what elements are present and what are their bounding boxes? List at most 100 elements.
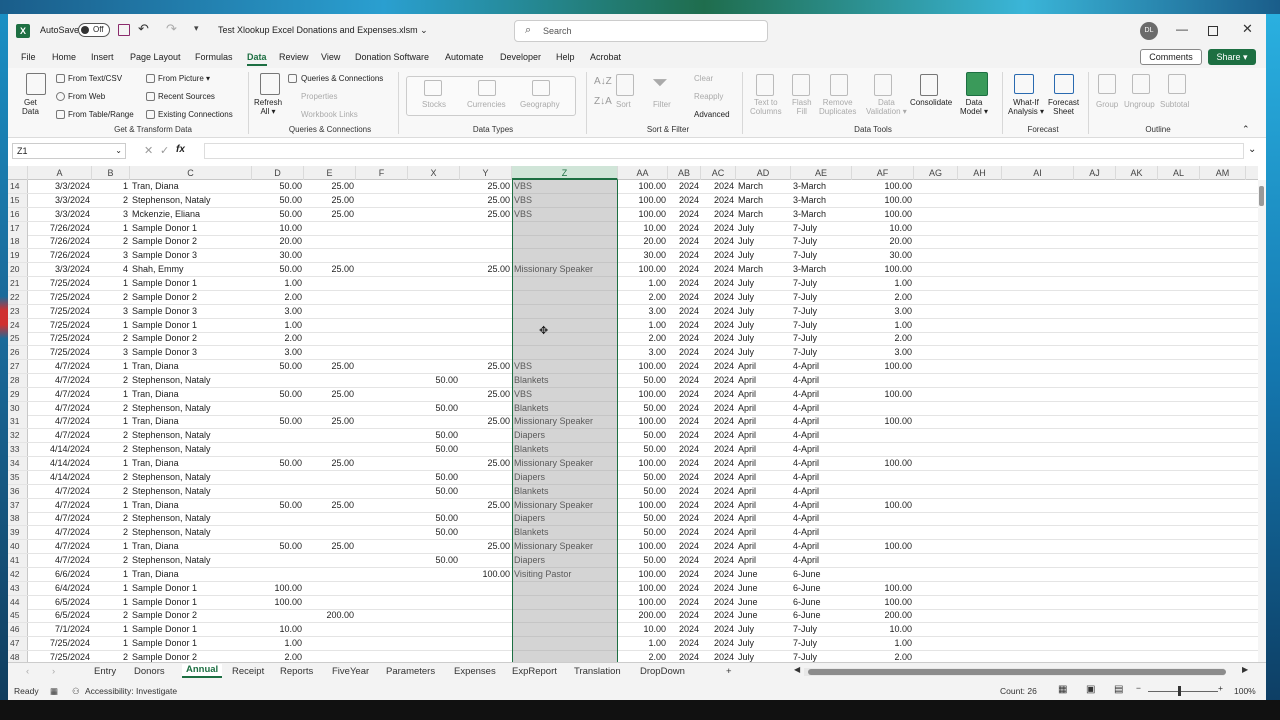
cell-y[interactable]: 100.00: [460, 568, 512, 581]
cell-d[interactable]: 50.00: [252, 457, 304, 470]
cell-a[interactable]: 3/3/2024: [28, 194, 92, 207]
row-header[interactable]: 48: [8, 650, 28, 662]
cell-ac[interactable]: 2024: [701, 263, 736, 276]
consolidate-button[interactable]: Consolidate: [910, 98, 952, 107]
cell-y[interactable]: [460, 319, 512, 332]
cell-d[interactable]: 10.00: [252, 222, 304, 235]
cell-d[interactable]: [252, 429, 304, 442]
cell-a[interactable]: 7/25/2024: [28, 332, 92, 345]
cell-ac[interactable]: 2024: [701, 471, 736, 484]
cell-e[interactable]: 25.00: [304, 415, 356, 428]
cell-ab[interactable]: 2024: [668, 457, 701, 470]
column-header-ak[interactable]: AK: [1116, 166, 1158, 180]
cell-ac[interactable]: 2024: [701, 651, 736, 662]
cell-x[interactable]: [408, 332, 460, 345]
cell-x[interactable]: [408, 540, 460, 553]
cell-d[interactable]: 3.00: [252, 346, 304, 359]
cell-y[interactable]: [460, 651, 512, 662]
cell-ad[interactable]: April: [736, 485, 791, 498]
cell-af[interactable]: [852, 429, 914, 442]
cell-af[interactable]: 2.00: [852, 291, 914, 304]
cell-a[interactable]: 7/26/2024: [28, 222, 92, 235]
cell-x[interactable]: [408, 637, 460, 650]
row-header[interactable]: 14: [8, 180, 28, 193]
cell-aa[interactable]: 100.00: [618, 208, 668, 221]
cell-af[interactable]: 30.00: [852, 249, 914, 262]
cell-b[interactable]: 2: [92, 291, 130, 304]
cell-e[interactable]: 25.00: [304, 180, 356, 193]
cell-aa[interactable]: 2.00: [618, 651, 668, 662]
cell-e[interactable]: [304, 582, 356, 595]
zoom-level[interactable]: 100%: [1234, 686, 1256, 696]
cell-ac[interactable]: 2024: [701, 208, 736, 221]
row-header[interactable]: 19: [8, 249, 28, 263]
cell-y[interactable]: [460, 609, 512, 622]
cell-aa[interactable]: 10.00: [618, 222, 668, 235]
cell-ae[interactable]: 6-June: [791, 609, 852, 622]
cell-y[interactable]: 25.00: [460, 499, 512, 512]
cell-x[interactable]: [408, 596, 460, 609]
menu-file[interactable]: File: [21, 52, 36, 62]
cell-aa[interactable]: 100.00: [618, 568, 668, 581]
cell-ac[interactable]: 2024: [701, 249, 736, 262]
cell-aa[interactable]: 50.00: [618, 402, 668, 415]
cell-ac[interactable]: 2024: [701, 429, 736, 442]
save-icon[interactable]: [118, 24, 130, 36]
cell-a[interactable]: 3/3/2024: [28, 180, 92, 193]
cell-e[interactable]: [304, 402, 356, 415]
reapply-button[interactable]: Reapply: [694, 92, 723, 101]
cell-d[interactable]: [252, 554, 304, 567]
cell-c[interactable]: Sample Donor 1: [130, 222, 252, 235]
cell-ae[interactable]: 4-April: [791, 443, 852, 456]
sort-descending-icon[interactable]: Z↓A: [594, 96, 612, 107]
cell-b[interactable]: 2: [92, 235, 130, 248]
cell-c[interactable]: Tran, Diana: [130, 415, 252, 428]
cell-e[interactable]: [304, 471, 356, 484]
column-header-af[interactable]: AF: [852, 166, 914, 180]
row-header[interactable]: 45: [8, 609, 28, 623]
insert-function-icon[interactable]: fx: [176, 144, 185, 155]
cell-ab[interactable]: 2024: [668, 277, 701, 290]
cell-y[interactable]: 25.00: [460, 540, 512, 553]
cell-b[interactable]: 3: [92, 208, 130, 221]
currencies-button[interactable]: Currencies: [467, 100, 506, 109]
subtotal-button[interactable]: Subtotal: [1160, 100, 1189, 109]
cell-a[interactable]: 7/25/2024: [28, 319, 92, 332]
cell-a[interactable]: 4/7/2024: [28, 374, 92, 387]
refresh-all-button[interactable]: Refresh All ▾: [254, 98, 282, 116]
cell-b[interactable]: 2: [92, 194, 130, 207]
cell-aa[interactable]: 50.00: [618, 374, 668, 387]
cell-a[interactable]: 4/14/2024: [28, 471, 92, 484]
cell-ab[interactable]: 2024: [668, 568, 701, 581]
cell-af[interactable]: 10.00: [852, 623, 914, 636]
cell-c[interactable]: Sample Donor 1: [130, 319, 252, 332]
row-header[interactable]: 25: [8, 332, 28, 346]
cell-c[interactable]: Sample Donor 3: [130, 305, 252, 318]
cell-e[interactable]: [304, 554, 356, 567]
cell-x[interactable]: [408, 249, 460, 262]
cell-ab[interactable]: 2024: [668, 471, 701, 484]
column-header-ab[interactable]: AB: [668, 166, 701, 180]
cell-ad[interactable]: July: [736, 222, 791, 235]
cell-c[interactable]: Sample Donor 2: [130, 235, 252, 248]
menu-formulas[interactable]: Formulas: [195, 52, 233, 62]
row-header[interactable]: 39: [8, 526, 28, 540]
zoom-slider-thumb[interactable]: [1178, 686, 1181, 696]
cell-b[interactable]: 1: [92, 596, 130, 609]
cell-af[interactable]: 100.00: [852, 457, 914, 470]
sort-ascending-icon[interactable]: A↓Z: [594, 76, 612, 87]
cell-x[interactable]: [408, 582, 460, 595]
cell-ae[interactable]: 7-July: [791, 332, 852, 345]
column-header-c[interactable]: C: [130, 166, 252, 180]
cell-d[interactable]: 2.00: [252, 651, 304, 662]
row-header[interactable]: 29: [8, 387, 28, 401]
cell-x[interactable]: [408, 415, 460, 428]
cell-ae[interactable]: 7-July: [791, 305, 852, 318]
cell-ab[interactable]: 2024: [668, 499, 701, 512]
cell-ad[interactable]: June: [736, 596, 791, 609]
cell-y[interactable]: 25.00: [460, 180, 512, 193]
cell-b[interactable]: 1: [92, 499, 130, 512]
vertical-scroll-thumb[interactable]: [1259, 186, 1264, 206]
cell-x[interactable]: 50.00: [408, 471, 460, 484]
text-to-columns-button[interactable]: Text to Columns: [750, 98, 782, 116]
